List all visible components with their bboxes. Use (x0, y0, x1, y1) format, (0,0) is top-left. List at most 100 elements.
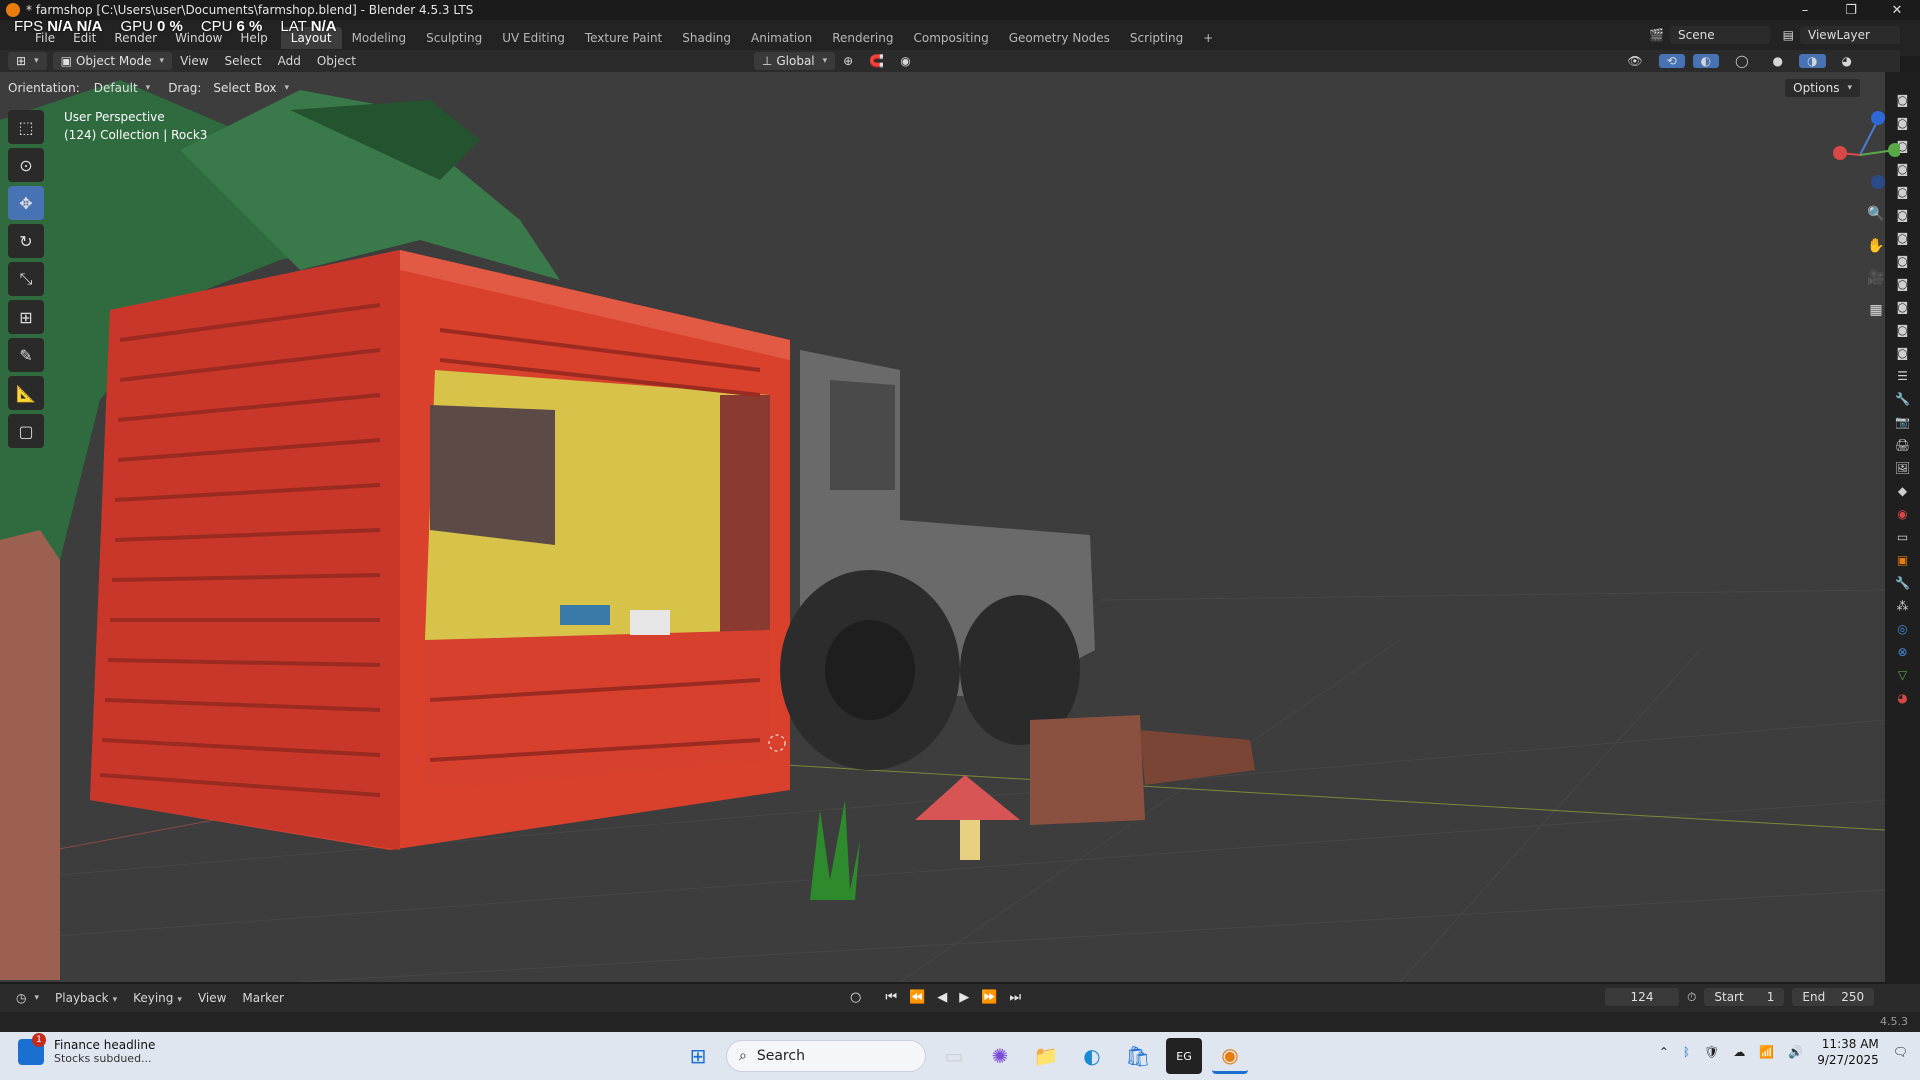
copilot-icon[interactable]: ✺ (982, 1038, 1018, 1074)
maximize-button[interactable]: ❐ (1828, 0, 1874, 20)
tab-shading[interactable]: Shading (672, 27, 741, 49)
transform-tool-icon[interactable]: ⊞ (8, 300, 44, 334)
viewlayer-name[interactable]: ViewLayer (1800, 26, 1900, 44)
visibility-icon[interactable]: 👁 (1619, 54, 1650, 68)
menu-select[interactable]: Select (217, 54, 270, 68)
world-props-icon[interactable]: ◉ (1893, 506, 1913, 522)
current-frame-field[interactable]: 124 (1605, 988, 1679, 1006)
gizmo-toggle-icon[interactable]: ⟲ (1658, 54, 1685, 68)
particles-props-icon[interactable]: ⁂ (1893, 598, 1913, 614)
constraints-props-icon[interactable]: ⊗ (1893, 644, 1913, 660)
timeline-editor-type[interactable]: ◷ (8, 989, 47, 1007)
blender-taskbar-icon[interactable]: ◉ (1212, 1038, 1248, 1074)
epic-games-icon[interactable]: EG (1166, 1038, 1202, 1074)
scene-name[interactable]: Scene (1670, 26, 1770, 44)
modifier-props-icon[interactable]: 🔧 (1893, 575, 1913, 591)
menu-playback[interactable]: Playback (47, 991, 125, 1005)
3d-viewport[interactable] (0, 72, 1885, 982)
annotate-tool-icon[interactable]: ✎ (8, 338, 44, 372)
rotate-tool-icon[interactable]: ↻ (8, 224, 44, 258)
collection-props-icon[interactable]: ▭ (1893, 529, 1913, 545)
tab-animation[interactable]: Animation (741, 27, 822, 49)
clock[interactable]: 11:38 AM 9/27/2025 (1817, 1036, 1879, 1068)
wireframe-shading-icon[interactable]: ◯ (1727, 54, 1756, 68)
chevron-up-icon[interactable]: ⌃ (1659, 1045, 1669, 1059)
x-axis-icon[interactable] (1833, 146, 1847, 160)
security-icon[interactable]: 🛡 (1704, 1045, 1719, 1059)
output-props-icon[interactable]: 🖨 (1893, 437, 1913, 453)
menu-view[interactable]: View (172, 54, 216, 68)
navigation-gizmo[interactable]: 🔍 ✋ 🎥 ▦ (1820, 110, 1900, 318)
mode-selector[interactable]: ▣ Object Mode (52, 52, 173, 70)
tab-rendering[interactable]: Rendering (822, 27, 903, 49)
jump-end-icon[interactable]: ⏭ (1009, 990, 1021, 1005)
scene-selector[interactable]: 🎬 Scene (1649, 26, 1770, 44)
pan-hand-icon[interactable]: ✋ (1862, 232, 1890, 260)
menu-marker[interactable]: Marker (234, 991, 291, 1005)
news-widget[interactable]: 1 Finance headline Stocks subdued... (18, 1032, 155, 1065)
play-reverse-icon[interactable]: ◀ (937, 990, 947, 1005)
ortho-grid-icon[interactable]: ▦ (1862, 296, 1890, 324)
windows-start-icon[interactable]: ⊞ (680, 1038, 716, 1074)
transform-orientation[interactable]: ⊥ Global (753, 52, 836, 70)
y-axis-icon[interactable] (1888, 143, 1900, 157)
file-explorer-icon[interactable]: 📁 (1028, 1038, 1064, 1074)
camera-view-icon[interactable]: 🎥 (1862, 264, 1890, 292)
axis-gizmo[interactable] (1820, 110, 1900, 200)
next-keyframe-icon[interactable]: ⏩ (981, 990, 997, 1005)
view-layer-props-icon[interactable]: 🖼 (1893, 460, 1913, 476)
edge-browser-icon[interactable]: ◐ (1074, 1038, 1110, 1074)
properties-editor-icon[interactable]: ☰ (1893, 368, 1913, 384)
pivot-icon[interactable]: ⊕ (835, 54, 861, 68)
notifications-icon[interactable]: 🗨 (1893, 1045, 1908, 1059)
snap-icon[interactable]: 🧲 (861, 54, 892, 68)
bluetooth-icon[interactable]: ᛒ (1683, 1045, 1690, 1059)
prev-keyframe-icon[interactable]: ⏪ (909, 990, 925, 1005)
tab-geometry-nodes[interactable]: Geometry Nodes (999, 27, 1120, 49)
menu-add[interactable]: Add (270, 54, 309, 68)
camera-icon[interactable]: ◙ (1893, 322, 1913, 338)
close-button[interactable]: ✕ (1874, 0, 1920, 20)
menu-keying[interactable]: Keying (125, 991, 190, 1005)
viewlayer-selector[interactable]: ▤ ViewLayer (1783, 26, 1900, 44)
editor-type-button[interactable]: ⊞ (8, 52, 47, 70)
data-props-icon[interactable]: ▽ (1893, 667, 1913, 683)
taskbar-search[interactable]: ⌕ Search (726, 1040, 926, 1072)
jump-start-icon[interactable]: ⏮ (885, 990, 897, 1005)
volume-icon[interactable]: 🔊 (1788, 1045, 1803, 1059)
scale-tool-icon[interactable]: ⤡ (8, 262, 44, 296)
cursor-tool-icon[interactable]: ⊙ (8, 148, 44, 182)
orientation-dropdown[interactable]: Default (86, 79, 158, 97)
task-view-icon[interactable]: ▭ (936, 1038, 972, 1074)
tool-props-icon[interactable]: 🔧 (1893, 391, 1913, 407)
render-props-icon[interactable]: 📷 (1893, 414, 1913, 430)
rendered-shading-icon[interactable]: ◕ (1834, 54, 1860, 68)
start-frame-field[interactable]: Start 1 (1704, 988, 1785, 1006)
auto-key-icon[interactable]: ○ (850, 990, 861, 1005)
neg-z-axis-icon[interactable] (1871, 175, 1885, 189)
end-frame-field[interactable]: End 250 (1792, 988, 1875, 1006)
scene-props-icon[interactable]: ◆ (1893, 483, 1913, 499)
zoom-icon[interactable]: 🔍 (1862, 200, 1890, 228)
camera-icon[interactable]: ◙ (1893, 345, 1913, 361)
material-shading-icon[interactable]: ◑ (1799, 54, 1826, 68)
material-props-icon[interactable]: ◕ (1893, 690, 1913, 706)
store-icon[interactable]: 🛍 (1120, 1038, 1156, 1074)
z-axis-icon[interactable] (1871, 111, 1885, 125)
solid-shading-icon[interactable]: ● (1765, 54, 1791, 68)
add-cube-tool-icon[interactable]: ▢ (8, 414, 44, 448)
physics-props-icon[interactable]: ◎ (1893, 621, 1913, 637)
options-button[interactable]: Options (1785, 79, 1860, 97)
menu-object[interactable]: Object (309, 54, 364, 68)
stopwatch-icon[interactable]: ⏱ (1687, 990, 1696, 1005)
tab-uv-editing[interactable]: UV Editing (492, 27, 575, 49)
overlay-toggle-icon[interactable]: ◐ (1692, 54, 1720, 68)
menu-timeline-view[interactable]: View (190, 991, 234, 1005)
tab-scripting[interactable]: Scripting (1120, 27, 1193, 49)
wifi-icon[interactable]: 📶 (1759, 1045, 1774, 1059)
select-box-tool-icon[interactable]: ⬚ (8, 110, 44, 144)
move-tool-icon[interactable]: ✥ (8, 186, 44, 220)
object-props-icon[interactable]: ▣ (1893, 552, 1913, 568)
tab-texture-paint[interactable]: Texture Paint (575, 27, 672, 49)
drag-dropdown[interactable]: Select Box (205, 79, 297, 97)
